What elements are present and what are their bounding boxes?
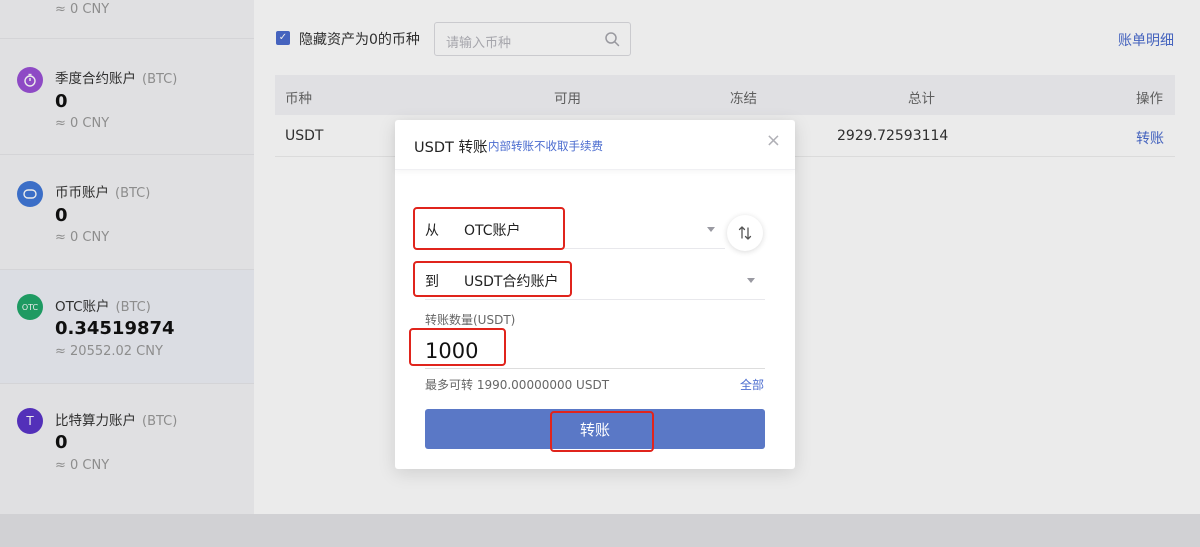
chevron-down-icon (747, 278, 755, 283)
annotation-box-amount (409, 328, 506, 366)
dialog-subtitle: 内部转账不收取手续费 (488, 139, 603, 153)
swap-icon (738, 226, 752, 240)
chevron-down-icon (707, 227, 715, 232)
annotation-box-to (413, 261, 572, 297)
dialog-title: USDT 转账 (414, 140, 488, 156)
max-transferable-text: 最多可转 1990.00000000 USDT (425, 378, 610, 392)
annotation-box-submit (550, 411, 654, 452)
transfer-all-link[interactable]: 全部 (740, 376, 764, 393)
annotation-box-from (413, 207, 565, 250)
amount-label: 转账数量(USDT) (425, 313, 516, 327)
swap-accounts-button[interactable] (727, 215, 763, 251)
close-icon[interactable]: × (766, 132, 781, 150)
dialog-header: USDT 转账 内部转账不收取手续费 × (395, 120, 795, 170)
